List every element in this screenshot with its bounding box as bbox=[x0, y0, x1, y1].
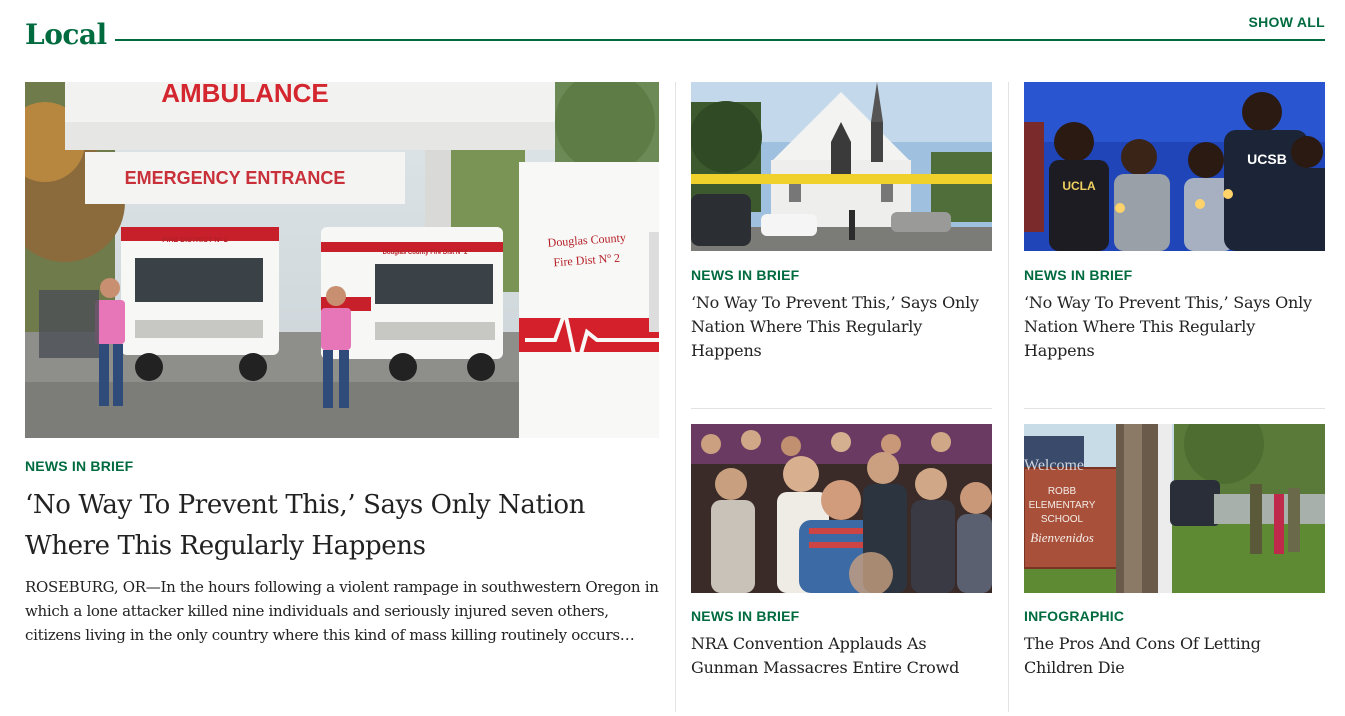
card-kicker[interactable]: INFOGRAPHIC bbox=[1024, 608, 1124, 624]
card-kicker[interactable]: NEWS IN BRIEF bbox=[1024, 267, 1132, 283]
card-headline[interactable]: ‘No Way To Prevent This,’ Says Only Nati… bbox=[1024, 291, 1324, 363]
card-headline[interactable]: The Pros And Cons Of Letting Children Di… bbox=[1024, 632, 1324, 680]
image-sign-text: EMERGENCY ENTRANCE bbox=[125, 168, 346, 188]
card-headline[interactable]: ‘No Way To Prevent This,’ Says Only Nati… bbox=[691, 291, 991, 363]
row-divider bbox=[691, 408, 992, 409]
card-headline[interactable]: NRA Convention Applauds As Gunman Massac… bbox=[691, 632, 991, 680]
image-sign-text: FIRE DISTRICT Nº 2 bbox=[162, 237, 228, 244]
featured-headline[interactable]: ‘No Way To Prevent This,’ Says Only Nati… bbox=[25, 485, 645, 567]
image-sign-text: SCHOOL bbox=[1041, 514, 1084, 525]
image-sign-text: Welcome bbox=[1024, 457, 1084, 474]
show-all-link[interactable]: SHOW ALL bbox=[1248, 14, 1325, 30]
card-image[interactable] bbox=[691, 82, 992, 251]
card-image[interactable] bbox=[691, 424, 992, 593]
image-sign-text: ROBB bbox=[1048, 486, 1077, 497]
column-divider bbox=[675, 82, 676, 712]
column-divider bbox=[1008, 82, 1009, 712]
image-shirt-text: UCLA bbox=[1062, 179, 1096, 193]
featured-excerpt: ROSEBURG, OR—In the hours following a vi… bbox=[25, 578, 659, 644]
section-rule bbox=[115, 39, 1325, 41]
image-shirt-text: UCSB bbox=[1247, 151, 1287, 167]
featured-image[interactable]: AMBULANCE EMERGENCY ENTRANCE Douglas Cou… bbox=[25, 82, 659, 438]
card-kicker[interactable]: NEWS IN BRIEF bbox=[691, 267, 799, 283]
featured-kicker[interactable]: NEWS IN BRIEF bbox=[25, 458, 133, 474]
card-kicker[interactable]: NEWS IN BRIEF bbox=[691, 608, 799, 624]
image-sign-text: Bienvenidos bbox=[1030, 530, 1094, 545]
card-image[interactable]: Welcome ROBB ELEMENTARY SCHOOL Bienvenid… bbox=[1024, 424, 1325, 593]
section-title[interactable]: Local bbox=[25, 18, 107, 51]
section-header: Local SHOW ALL bbox=[25, 0, 1325, 70]
image-sign-text: AMBULANCE bbox=[161, 82, 329, 108]
image-sign-text: ELEMENTARY bbox=[1029, 500, 1096, 511]
card-image[interactable]: UCLA UCSB bbox=[1024, 82, 1325, 251]
row-divider bbox=[1024, 408, 1325, 409]
image-sign-text: Douglas County Fire Dist Nº 2 bbox=[383, 250, 469, 256]
